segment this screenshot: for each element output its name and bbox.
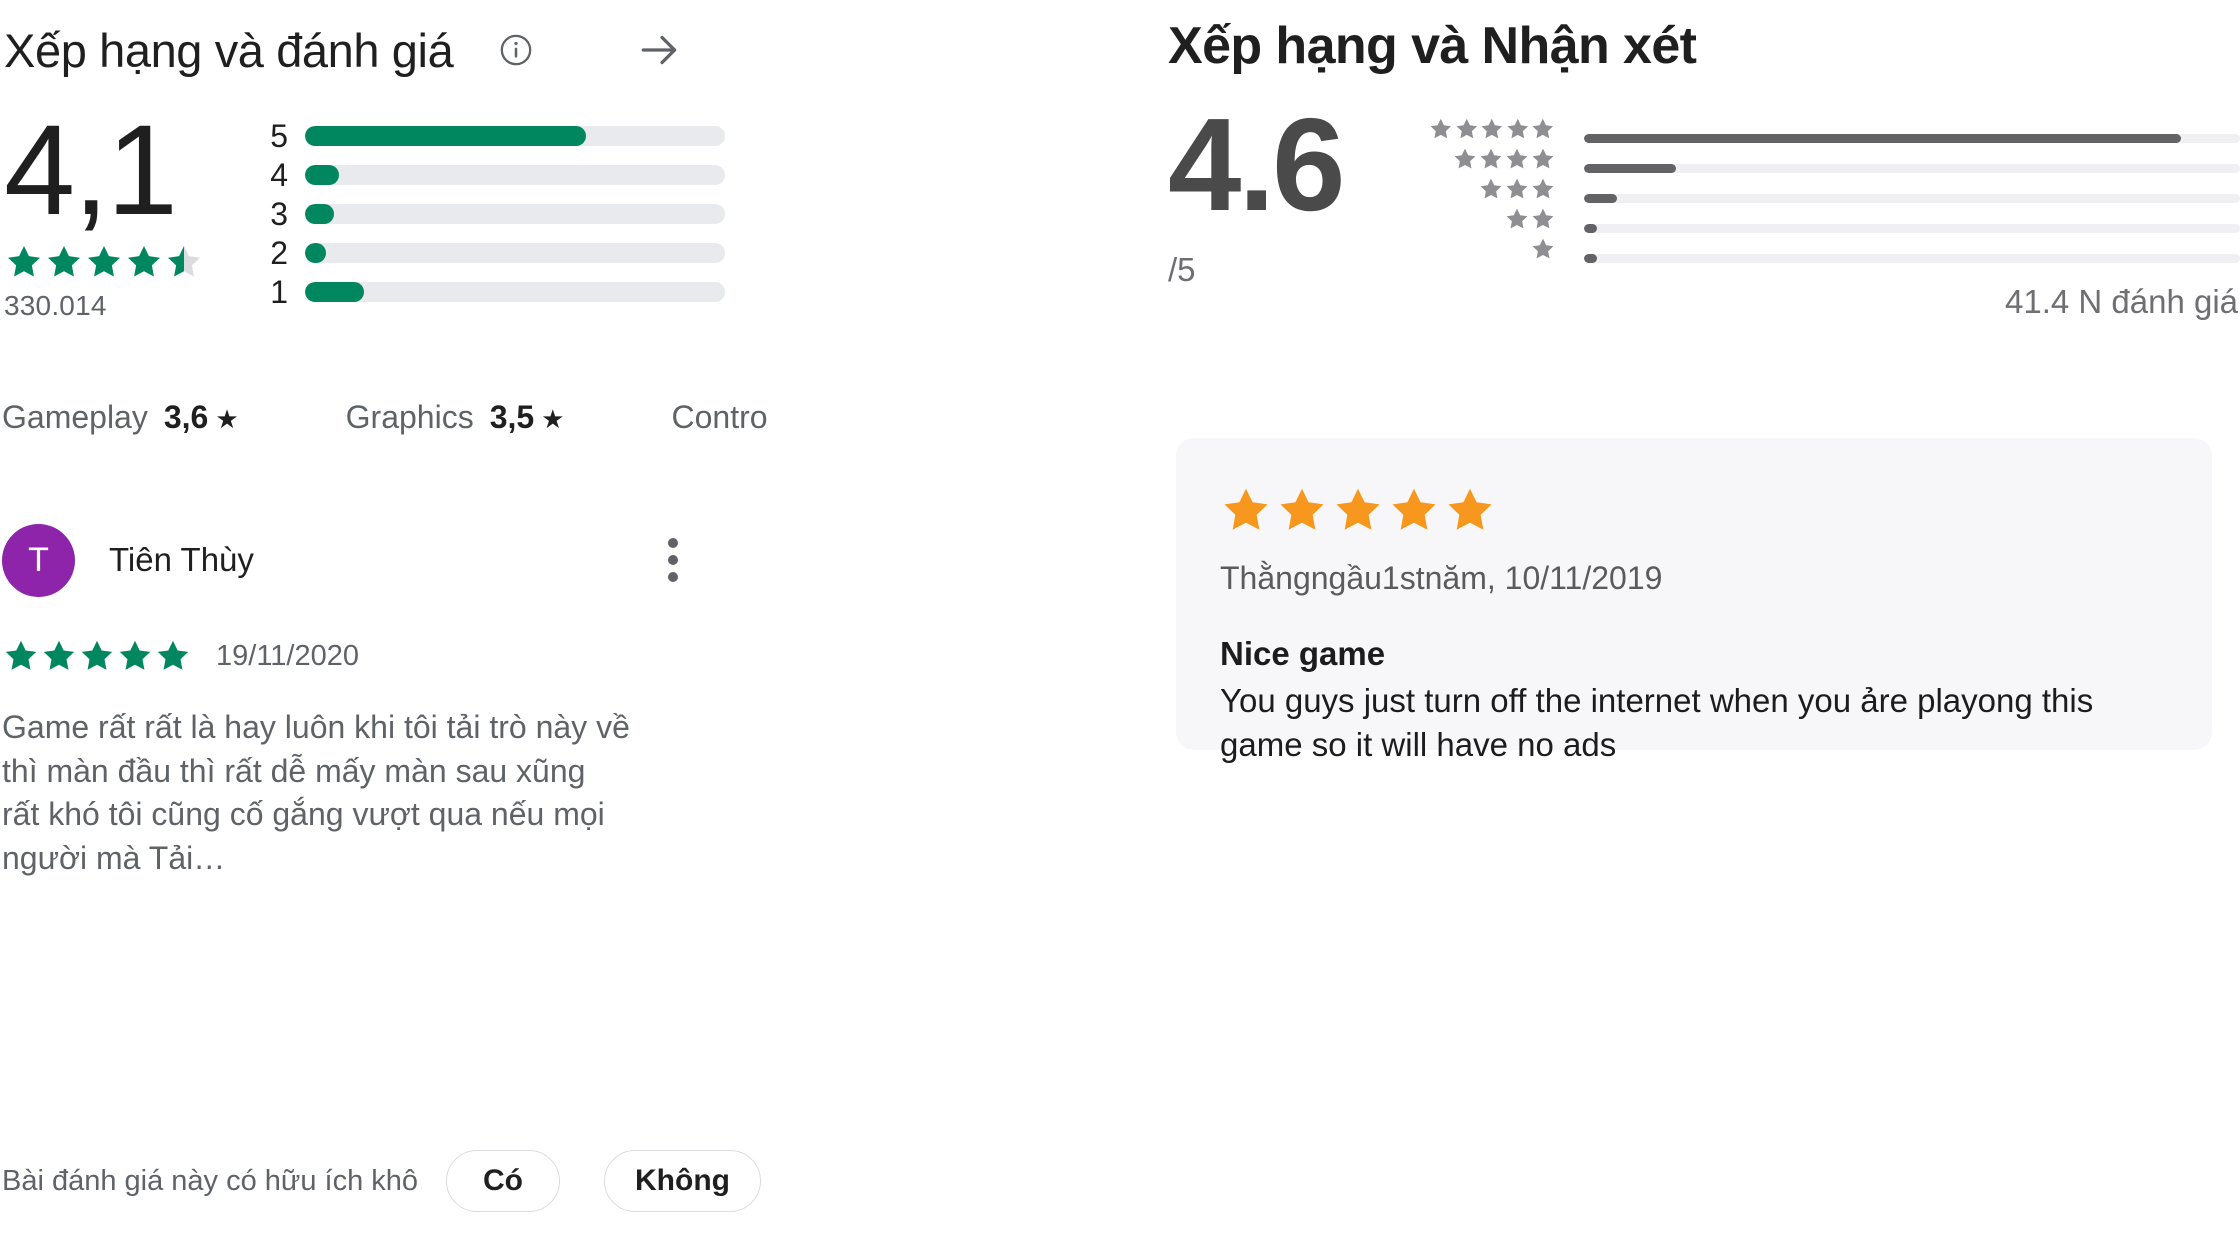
average-stars	[4, 242, 252, 282]
right-track-5	[1584, 133, 2240, 143]
right-fill-1	[1584, 253, 1598, 263]
right-track-1	[1584, 253, 2240, 263]
more-vertical-icon[interactable]	[666, 538, 680, 583]
right-track-2	[1584, 223, 2240, 233]
right-fill-3	[1584, 193, 1617, 203]
histogram-row-1[interactable]: 1	[252, 272, 725, 311]
right-score-column: 4.6 /5	[1168, 91, 1428, 289]
right-bar-row-2	[1584, 213, 2240, 243]
right-bar-row-5	[1584, 123, 2240, 153]
aspect-value-graphics: 3,5	[489, 398, 535, 435]
aspect-ratings-row: Gameplay 3,6 ★ Graphics 3,5 ★ Contro	[0, 394, 1150, 440]
helpful-yes-button[interactable]: Có	[446, 1150, 560, 1212]
aspect-value-gameplay: 3,6	[163, 398, 209, 435]
pyramid-row-3	[1428, 176, 1556, 206]
reviewer-name: Tiên Thùy	[109, 541, 254, 579]
comparison-screenshot: Xếp hạng và đánh giá 4,1 330.014 5 4 3 2…	[0, 0, 2240, 1260]
right-bar-row-1	[1584, 243, 2240, 273]
google-play-ratings-panel: Xếp hạng và đánh giá 4,1 330.014 5 4 3 2…	[0, 0, 1150, 1260]
right-track-3	[1584, 193, 2240, 203]
review-meta: 19/11/2020	[0, 636, 1150, 676]
review-body: Game rất rất là hay luôn khi tôi tải trò…	[2, 709, 630, 876]
arrow-right-icon[interactable]	[635, 25, 685, 75]
helpful-row: Bài đánh giá này có hữu ích khô… Có Khôn…	[2, 1150, 761, 1212]
review-stars	[2, 637, 192, 675]
pyramid-row-4	[1428, 146, 1556, 176]
helpful-no-button[interactable]: Không	[604, 1150, 761, 1212]
histogram-row-4[interactable]: 4	[252, 155, 725, 194]
kebab-dot	[668, 538, 678, 549]
pyramid-row-2	[1428, 206, 1556, 236]
pyramid-row-5	[1428, 116, 1556, 146]
histogram-fill-3	[305, 203, 335, 224]
histogram-label-2: 2	[270, 234, 288, 271]
rating-count: 330.014	[4, 290, 107, 322]
histogram-track-4	[305, 164, 725, 185]
histogram-label-5: 5	[270, 117, 288, 154]
histogram-fill-2	[305, 242, 326, 263]
kebab-dot	[668, 572, 678, 583]
star-icon: ★	[541, 403, 565, 434]
card-review-stars	[1220, 484, 2168, 536]
histogram-label-1: 1	[270, 273, 288, 310]
aspect-label-graphics: Graphics	[345, 398, 474, 435]
review-date: 19/11/2020	[216, 639, 359, 672]
histogram-track-1	[305, 281, 725, 302]
right-rating-summary: 4.6 /5 41.4 N đánh giá	[1168, 91, 2240, 321]
aspect-chip-graphics[interactable]: Graphics 3,5 ★	[346, 399, 565, 436]
rating-histogram: 5 4 3 2 1	[252, 104, 1185, 322]
histogram-label-3: 3	[270, 195, 288, 232]
pyramid-row-1	[1428, 236, 1556, 266]
histogram-fill-5	[305, 125, 587, 146]
rating-summary: 4,1 330.014 5 4 3 2 1	[0, 99, 1150, 322]
reviewer-row: T Tiên Thùy	[0, 522, 1150, 598]
app-store-ratings-panel: Xếp hạng và Nhận xét 4.6 /5 41.4 N đánh …	[1150, 0, 2240, 1260]
star-pyramid	[1428, 116, 1556, 321]
right-fill-4	[1584, 163, 1676, 173]
histogram-label-4: 4	[270, 156, 288, 193]
aspect-label-gameplay: Gameplay	[2, 398, 148, 435]
helpful-question: Bài đánh giá này có hữu ích khô…	[2, 1164, 422, 1197]
histogram-row-2[interactable]: 2	[252, 233, 725, 272]
histogram-fill-1	[305, 281, 364, 302]
right-bars: 41.4 N đánh giá	[1556, 116, 2240, 321]
aspect-chip-gameplay[interactable]: Gameplay 3,6 ★	[2, 399, 239, 436]
kebab-dot	[668, 555, 678, 566]
card-review-body: You guys just turn off the internet when…	[1220, 682, 2094, 763]
info-icon[interactable]	[499, 33, 533, 67]
histogram-track-3	[305, 203, 725, 224]
histogram-track-2	[305, 242, 725, 263]
aspect-chip-controls[interactable]: Contro	[671, 399, 767, 436]
histogram-row-5[interactable]: 5	[252, 116, 725, 155]
review-card[interactable]: Thằngngầu1stnăm, 10/11/2019 Nice game Yo…	[1176, 438, 2212, 763]
avatar: T	[2, 523, 75, 597]
average-score: 4,1	[4, 99, 178, 242]
right-average-score: 4.6	[1168, 91, 1346, 238]
right-bar-row-4	[1584, 153, 2240, 183]
right-out-of: /5	[1168, 251, 1196, 289]
card-author-date: Thằngngầu1stnăm, 10/11/2019	[1220, 560, 1663, 596]
score-column: 4,1 330.014	[2, 99, 252, 322]
right-bar-row-3	[1584, 183, 2240, 213]
right-page-title: Xếp hạng và Nhận xét	[1168, 17, 1697, 75]
right-rating-count: 41.4 N đánh giá	[2004, 283, 2238, 320]
aspect-label-controls: Contro	[671, 398, 768, 435]
right-rating-histogram: 41.4 N đánh giá	[1428, 104, 2240, 321]
right-fill-5	[1584, 133, 2181, 143]
card-review-title: Nice game	[1220, 635, 1386, 672]
star-icon: ★	[215, 403, 239, 434]
left-panel-header: Xếp hạng và đánh giá	[0, 0, 1150, 100]
histogram-row-3[interactable]: 3	[252, 194, 725, 233]
right-track-4	[1584, 163, 2240, 173]
right-fill-2	[1584, 223, 1598, 233]
histogram-track-5	[305, 125, 725, 146]
histogram-fill-4	[305, 164, 339, 185]
page-title: Xếp hạng và đánh giá	[4, 23, 454, 77]
